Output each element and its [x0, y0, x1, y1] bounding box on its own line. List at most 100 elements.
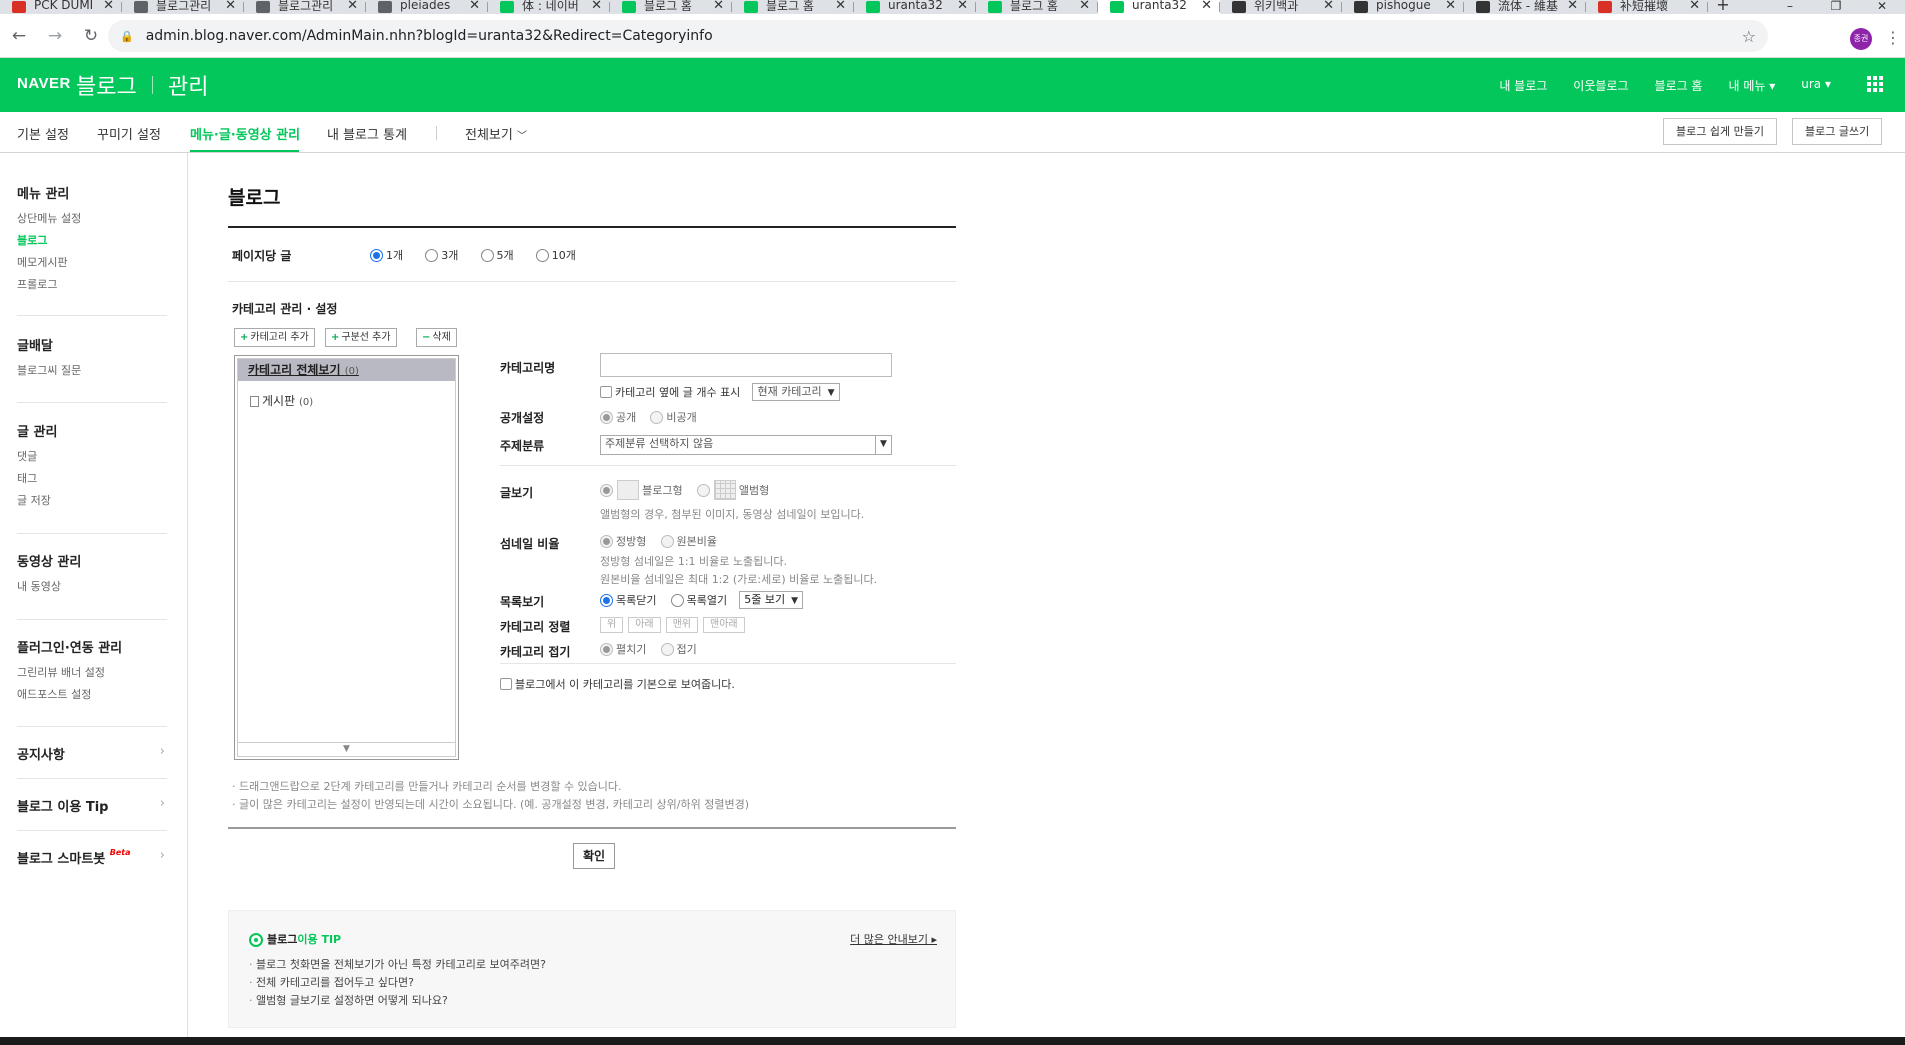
public-radio[interactable] [600, 410, 613, 424]
tab-close-icon[interactable]: ✕ [957, 0, 968, 13]
thumb-original-radio[interactable] [660, 534, 674, 548]
view-blog-radio[interactable] [600, 483, 613, 497]
tip-link[interactable]: 앨범형 글보기로 설정하면 어떻게 되나요? [249, 992, 546, 1010]
sidebar-item-top-menu[interactable]: 상단메뉴 설정 [17, 208, 167, 230]
browser-tab[interactable]: pishogue ✕ [1342, 0, 1464, 14]
easy-blog-button[interactable]: 블로그 쉽게 만들기 [1663, 118, 1777, 145]
tab-close-icon[interactable]: ✕ [1689, 0, 1700, 13]
tab-close-icon[interactable]: ✕ [103, 0, 114, 13]
back-icon[interactable]: ← [4, 26, 34, 46]
category-item-all[interactable]: 카테고리 전체보기 (0) [238, 359, 455, 381]
per-page-radio-5[interactable] [480, 248, 494, 262]
tab-close-icon[interactable]: ✕ [1323, 0, 1334, 13]
browser-tab[interactable]: 블로그관리 ✕ [122, 0, 244, 14]
close-window-icon[interactable]: ✕ [1859, 0, 1905, 14]
sort-bottom-button[interactable]: 맨아래 [703, 617, 745, 633]
tab-blog-stats[interactable]: 내 블로그 통계 [327, 124, 407, 143]
tip-link[interactable]: 전체 카테고리를 접어두고 싶다면? [249, 974, 546, 992]
sidebar-item-adpost[interactable]: 애드포스트 설정 [17, 684, 167, 706]
blog-logo[interactable]: 블로그 [76, 69, 137, 101]
tab-close-icon[interactable]: ✕ [469, 0, 480, 13]
category-name-input[interactable] [600, 353, 892, 377]
browser-tab[interactable]: 블로그 홈 ✕ [976, 0, 1098, 14]
tab-basic-settings[interactable]: 기본 설정 [17, 124, 69, 143]
add-category-button[interactable]: + 카테고리 추가 [234, 328, 315, 347]
more-guide-link[interactable]: 더 많은 안내보기 ▸ [850, 931, 937, 947]
browser-tab[interactable]: 补短摧壞 ✕ [1586, 0, 1708, 14]
browser-tab[interactable]: pleiades ✕ [366, 0, 488, 14]
write-post-button[interactable]: 블로그 글쓰기 [1792, 118, 1883, 145]
browser-tab[interactable]: 블로그 홈 ✕ [610, 0, 732, 14]
browser-tab[interactable]: 위키백과 ✕ [1220, 0, 1342, 14]
new-tab-button[interactable]: + [1708, 0, 1738, 14]
browser-tab[interactable]: 流体 - 維基 ✕ [1464, 0, 1586, 14]
sidebar-item-blog[interactable]: 블로그 [17, 230, 167, 252]
tab-close-icon[interactable]: ✕ [347, 0, 358, 13]
reload-icon[interactable]: ↻ [76, 26, 106, 46]
sidebar-item-comments[interactable]: 댓글 [17, 446, 167, 468]
browser-menu-icon[interactable]: ⋮ [1885, 28, 1901, 47]
sidebar-item-memo[interactable]: 메모게시판 [17, 252, 167, 274]
tab-close-icon[interactable]: ✕ [1201, 0, 1212, 13]
category-item-board[interactable]: 게시판 (0) [250, 392, 313, 409]
tab-close-icon[interactable]: ✕ [591, 0, 602, 13]
sidebar-item-saved-posts[interactable]: 글 저장 [17, 490, 167, 512]
view-album-radio[interactable] [696, 483, 710, 497]
tab-close-icon[interactable]: ✕ [1445, 0, 1456, 13]
topic-select[interactable]: 주제분류 선택하지 않음 ▼ [600, 435, 892, 455]
list-rows-select[interactable]: 5줄 보기 ▼ [739, 591, 804, 609]
per-page-radio-3[interactable] [425, 248, 439, 262]
apps-grid-icon[interactable] [1867, 76, 1883, 92]
show-count-checkbox[interactable] [600, 386, 612, 398]
tab-decoration-settings[interactable]: 꾸미기 설정 [97, 124, 161, 143]
confirm-button[interactable]: 확인 [573, 843, 615, 869]
sort-top-button[interactable]: 맨위 [665, 617, 699, 633]
sidebar-item-blog-tip[interactable]: 블로그 이용 Tip › [17, 796, 167, 815]
sort-up-button[interactable]: 위 [600, 617, 624, 633]
browser-tab[interactable]: uranta32 ✕ [1098, 0, 1220, 14]
minimize-icon[interactable]: – [1767, 0, 1813, 14]
tab-close-icon[interactable]: ✕ [225, 0, 236, 13]
per-page-radio-10[interactable] [535, 248, 549, 262]
per-page-radio-1[interactable] [370, 248, 383, 262]
bookmark-star-icon[interactable]: ☆ [1742, 27, 1756, 46]
sidebar-item-prologue[interactable]: 프롤로그 [17, 274, 167, 296]
tab-close-icon[interactable]: ✕ [1567, 0, 1578, 13]
tab-close-icon[interactable]: ✕ [835, 0, 846, 13]
thumb-square-radio[interactable] [600, 534, 613, 548]
header-menu-item[interactable]: 블로그 홈 [1655, 77, 1703, 94]
delete-category-button[interactable]: − 삭제 [416, 328, 457, 347]
browser-tab[interactable]: 体 : 네이버 ✕ [488, 0, 610, 14]
tip-link[interactable]: 블로그 첫화면을 전체보기가 아닌 특정 카테고리로 보여주려면? [249, 956, 546, 974]
fold-open-radio[interactable] [600, 642, 613, 656]
list-open-radio[interactable] [670, 593, 684, 607]
header-menu-item[interactable]: ura ▾ [1801, 77, 1831, 94]
current-category-select[interactable]: 현재 카테고리 ▼ [752, 383, 840, 401]
tab-close-icon[interactable]: ✕ [1079, 0, 1090, 13]
forward-icon[interactable]: → [40, 26, 70, 46]
fold-close-radio[interactable] [660, 642, 674, 656]
list-scroll-down[interactable]: ▼ [238, 742, 455, 756]
browser-tab[interactable]: 블로그 홈 ✕ [732, 0, 854, 14]
sort-down-button[interactable]: 아래 [628, 617, 661, 633]
add-divider-button[interactable]: + 구분선 추가 [325, 328, 397, 347]
header-menu-item[interactable]: 이웃블로그 [1573, 77, 1628, 94]
list-close-radio[interactable] [600, 593, 613, 607]
header-menu-item[interactable]: 내 블로그 [1499, 77, 1547, 94]
sidebar-item-blogc-question[interactable]: 블로그씨 질문 [17, 360, 167, 382]
admin-title[interactable]: 관리 [168, 69, 208, 101]
view-all-dropdown[interactable]: 전체보기 ﹀ [465, 124, 527, 143]
browser-tab[interactable]: uranta32 ✕ [854, 0, 976, 14]
sidebar-item-tags[interactable]: 태그 [17, 468, 167, 490]
header-menu-item[interactable]: 내 메뉴 ▾ [1728, 77, 1775, 94]
browser-tab[interactable]: PCK DUMI ✕ [0, 0, 122, 14]
private-radio[interactable] [650, 410, 664, 424]
browser-tab[interactable]: 블로그관리 ✕ [244, 0, 366, 14]
naver-logo[interactable]: NAVER [17, 75, 71, 92]
sidebar-item-greenreview-banner[interactable]: 그린리뷰 배너 설정 [17, 662, 167, 684]
restore-icon[interactable]: ❐ [1813, 0, 1859, 14]
profile-avatar[interactable]: 종권 [1850, 28, 1872, 50]
sidebar-item-my-videos[interactable]: 내 동영상 [17, 576, 167, 598]
tab-menu-post-video[interactable]: 메뉴·글·동영상 관리 [190, 124, 300, 143]
default-category-checkbox[interactable] [500, 678, 512, 690]
